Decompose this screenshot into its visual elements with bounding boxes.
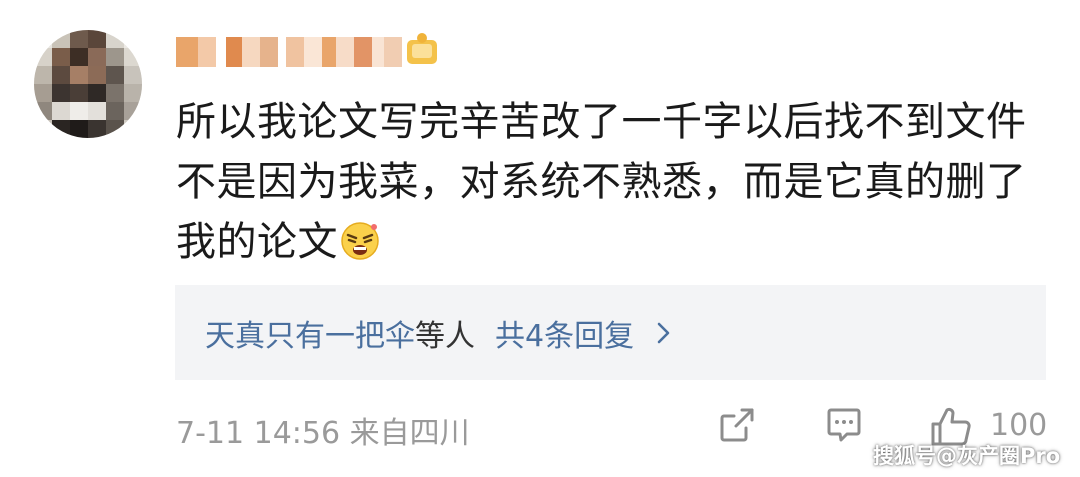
reply-button[interactable]: [823, 404, 865, 446]
vip-badge-icon: [407, 33, 437, 64]
replies-etc-label: 等人: [415, 318, 475, 354]
like-count: 100: [990, 408, 1048, 443]
comment-icon: [827, 408, 861, 442]
chevron-right-icon: [657, 322, 670, 343]
share-icon: [720, 408, 754, 442]
replies-count-link[interactable]: 共4条回复: [495, 311, 634, 355]
share-button[interactable]: [716, 404, 758, 446]
comment-text: 所以我论文写完辛苦改了一千字以后找不到文件不是因为我菜，对系统不熟悉，而是它真的…: [176, 92, 1036, 272]
timestamp-location: 7-11 14:56 来自四川: [176, 416, 470, 451]
watermark-text: 搜狐号@灰产圈Pro: [873, 444, 1061, 468]
reply-user-link[interactable]: 天真只有一把伞: [205, 311, 415, 355]
comment-body: 所以我论文写完辛苦改了一千字以后找不到文件不是因为我菜，对系统不熟悉，而是它真的…: [176, 99, 1027, 265]
angry-face-emoji-icon: [341, 222, 379, 260]
avatar[interactable]: [34, 30, 142, 138]
replies-preview[interactable]: 天真只有一把伞 等人 共4条回复: [175, 285, 1046, 380]
username-censored[interactable]: [176, 34, 402, 70]
